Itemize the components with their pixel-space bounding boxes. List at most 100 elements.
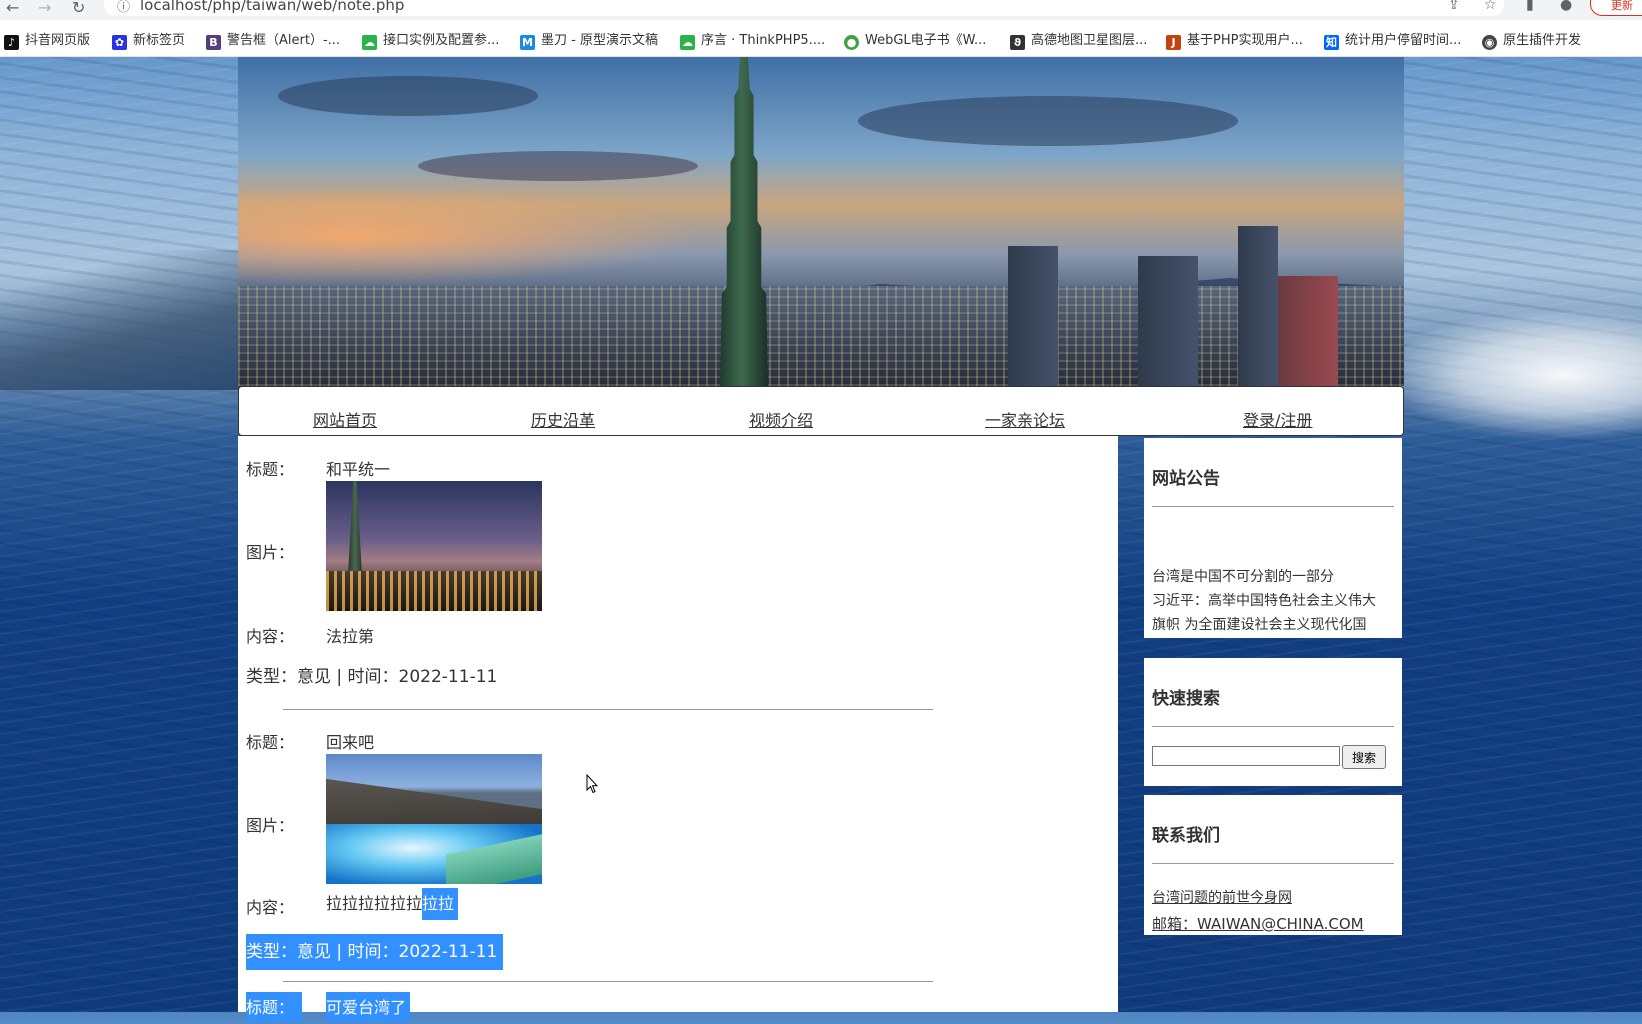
- banner-city-skyline: [238, 286, 1404, 386]
- bookmark-item[interactable]: ☁ 接口实例及配置参...: [362, 29, 499, 50]
- post-content-text: 拉拉拉拉拉拉: [326, 894, 423, 913]
- nav-history[interactable]: 历史沿革: [531, 407, 595, 431]
- cloud-icon: ☁: [680, 35, 695, 50]
- bookmark-label: 基于PHP实现用户...: [1187, 33, 1303, 48]
- banner-building: [1138, 256, 1198, 386]
- post-title-label: 标题：: [246, 733, 295, 752]
- cloud-icon: ☁: [362, 35, 377, 50]
- info-icon[interactable]: ⓘ: [117, 0, 130, 15]
- bookmark-label: 抖音网页版: [25, 33, 91, 48]
- post-title-row: 标题： 回来吧: [238, 729, 1118, 752]
- contact-divider: [1152, 863, 1394, 864]
- bookmark-label: 序言 · ThinkPHP5....: [701, 33, 826, 48]
- post-meta-selected: 类型：意见 | 时间：2022-11-11: [246, 934, 504, 970]
- post-content: 法拉第: [326, 627, 375, 646]
- tiktok-icon: ♪: [4, 35, 19, 50]
- bookmark-item[interactable]: ♪ 抖音网页版: [4, 29, 90, 50]
- post-content-selected: 拉拉: [422, 888, 459, 920]
- share-icon[interactable]: ⇪: [1448, 0, 1460, 13]
- contact-title: 联系我们: [1152, 826, 1220, 846]
- sidebar-panel-icon[interactable]: ▮: [1526, 0, 1534, 13]
- bookmark-item[interactable]: M 墨刀 - 原型演示文稿: [520, 29, 658, 50]
- post-content: 拉拉拉拉拉拉拉拉: [326, 888, 459, 920]
- bookmark-label: 原生插件开发: [1503, 33, 1582, 48]
- quick-search-panel: 快速搜索 搜索: [1144, 658, 1402, 786]
- bookmark-label: 高德地图卫星图层...: [1031, 33, 1148, 48]
- bookmark-item[interactable]: J 基于PHP实现用户...: [1166, 29, 1303, 50]
- banner-building: [1008, 246, 1058, 386]
- post-title: 和平统一: [326, 460, 391, 479]
- modao-icon: M: [520, 35, 535, 50]
- post-divider: [283, 981, 933, 982]
- update-button[interactable]: 更新: [1590, 0, 1642, 16]
- contact-email-link[interactable]: 邮箱：WAIWAN@CHINA.COM: [1152, 913, 1364, 934]
- profile-avatar-icon[interactable]: ●: [1560, 0, 1572, 13]
- banner-building: [1238, 226, 1278, 386]
- search-divider: [1152, 726, 1394, 727]
- post-divider: [283, 709, 933, 710]
- post-image-label: 图片：: [246, 543, 295, 562]
- amap-icon: ϑ: [1010, 35, 1025, 50]
- bookmark-label: WebGL电子书《W...: [865, 33, 987, 48]
- main-nav: 网站首页 历史沿革 视频介绍 一家亲论坛 登录/注册: [238, 386, 1404, 436]
- bookmark-item[interactable]: 知统计用户停留时间...: [1324, 29, 1461, 50]
- nav-forum[interactable]: 一家亲论坛: [985, 407, 1065, 431]
- reload-icon[interactable]: ↻: [72, 0, 85, 17]
- background-mountain: [0, 250, 240, 390]
- nav-video[interactable]: 视频介绍: [749, 407, 813, 431]
- globe-icon: ●: [844, 35, 859, 50]
- address-bar-url: localhost/php/taiwan/web/note.php: [140, 0, 405, 14]
- bootstrap-icon: B: [206, 35, 221, 50]
- nav-home[interactable]: 网站首页: [313, 407, 377, 431]
- bookmark-item[interactable]: ✿ 新标签页: [112, 29, 185, 50]
- bookmark-label: 警告框（Alert）-...: [227, 33, 341, 48]
- nav-login[interactable]: 登录/注册: [1243, 407, 1312, 431]
- bookmark-item[interactable]: ◉ 原生插件开发: [1482, 29, 1581, 50]
- search-button[interactable]: 搜索: [1342, 745, 1386, 769]
- post-title: 回来吧: [326, 733, 375, 752]
- forward-arrow-icon[interactable]: →: [38, 0, 51, 17]
- bookmarks-bar: ♪ 抖音网页版 ✿ 新标签页 B 警告框（Alert）-... ☁ 接口实例及配置参..…: [0, 20, 1642, 57]
- bookmark-label: 墨刀 - 原型演示文稿: [541, 33, 658, 48]
- banner-building: [1278, 276, 1338, 386]
- search-input[interactable]: [1152, 746, 1340, 766]
- back-arrow-icon[interactable]: ←: [6, 0, 19, 17]
- contact-site-link[interactable]: 台湾问题的前世今身网: [1152, 887, 1292, 907]
- bookmark-item[interactable]: ☁ 序言 · ThinkPHP5....: [680, 29, 825, 50]
- background-cloud: [1382, 310, 1642, 440]
- post-image-taipei-night: [326, 481, 542, 611]
- contact-panel: 联系我们 台湾问题的前世今身网 邮箱：WAIWAN@CHINA.COM: [1144, 795, 1402, 935]
- post-title-label: 标题：: [246, 460, 295, 479]
- post-list: 标题： 和平统一 图片： 内容： 法拉第 类型：意见 | 时间：2022-11-…: [238, 436, 1118, 1022]
- post-image-sea-wave: [326, 754, 542, 884]
- bookmark-item[interactable]: ● WebGL电子书《W...: [844, 29, 986, 50]
- plugin-icon: ◉: [1482, 35, 1497, 50]
- banner-cloud: [278, 76, 538, 116]
- bookmark-label: 统计用户停留时间...: [1345, 33, 1462, 48]
- post-content-label: 内容：: [246, 627, 295, 646]
- bookmark-label: 接口实例及配置参...: [383, 33, 500, 48]
- browser-toolbar: ← → ↻ ⓘ localhost/php/taiwan/web/note.ph…: [0, 0, 1642, 20]
- page-container: 网站首页 历史沿革 视频介绍 一家亲论坛 登录/注册 标题： 和平统一 图片： …: [238, 56, 1404, 1022]
- notice-line: 台湾是中国不可分割的一部分: [1152, 569, 1334, 585]
- baidu-paw-icon: ✿: [112, 35, 127, 50]
- banner-taipei-101: [720, 56, 768, 386]
- notice-panel: 网站公告 台湾是中国不可分割的一部分 习近平：高举中国特色社会主义伟大 旗帜 为…: [1144, 438, 1402, 638]
- bookmark-star-icon[interactable]: ☆: [1484, 0, 1497, 13]
- notice-line: 习近平：高举中国特色社会主义伟大: [1152, 593, 1376, 609]
- notice-line: 旗帜 为全面建设社会主义现代化国: [1152, 617, 1367, 633]
- zhihu-icon: 知: [1324, 35, 1339, 50]
- notice-divider: [1152, 506, 1394, 507]
- post-title-row: 标题： 和平统一: [238, 456, 1118, 479]
- post-image-label: 图片：: [246, 816, 295, 835]
- bookmark-item[interactable]: B 警告框（Alert）-...: [206, 29, 340, 50]
- post-title-selected: 可爱台湾了: [326, 992, 411, 1022]
- bookmark-item[interactable]: ϑ 高德地图卫星图层...: [1010, 29, 1147, 50]
- photo-city-lights: [326, 571, 542, 611]
- bookmark-label: 新标签页: [133, 33, 186, 48]
- header-banner-image: [238, 56, 1404, 386]
- csdn-icon: J: [1166, 35, 1181, 50]
- banner-cloud: [858, 96, 1238, 146]
- banner-sunset-glow: [238, 186, 698, 286]
- mouse-cursor-icon: [586, 774, 598, 794]
